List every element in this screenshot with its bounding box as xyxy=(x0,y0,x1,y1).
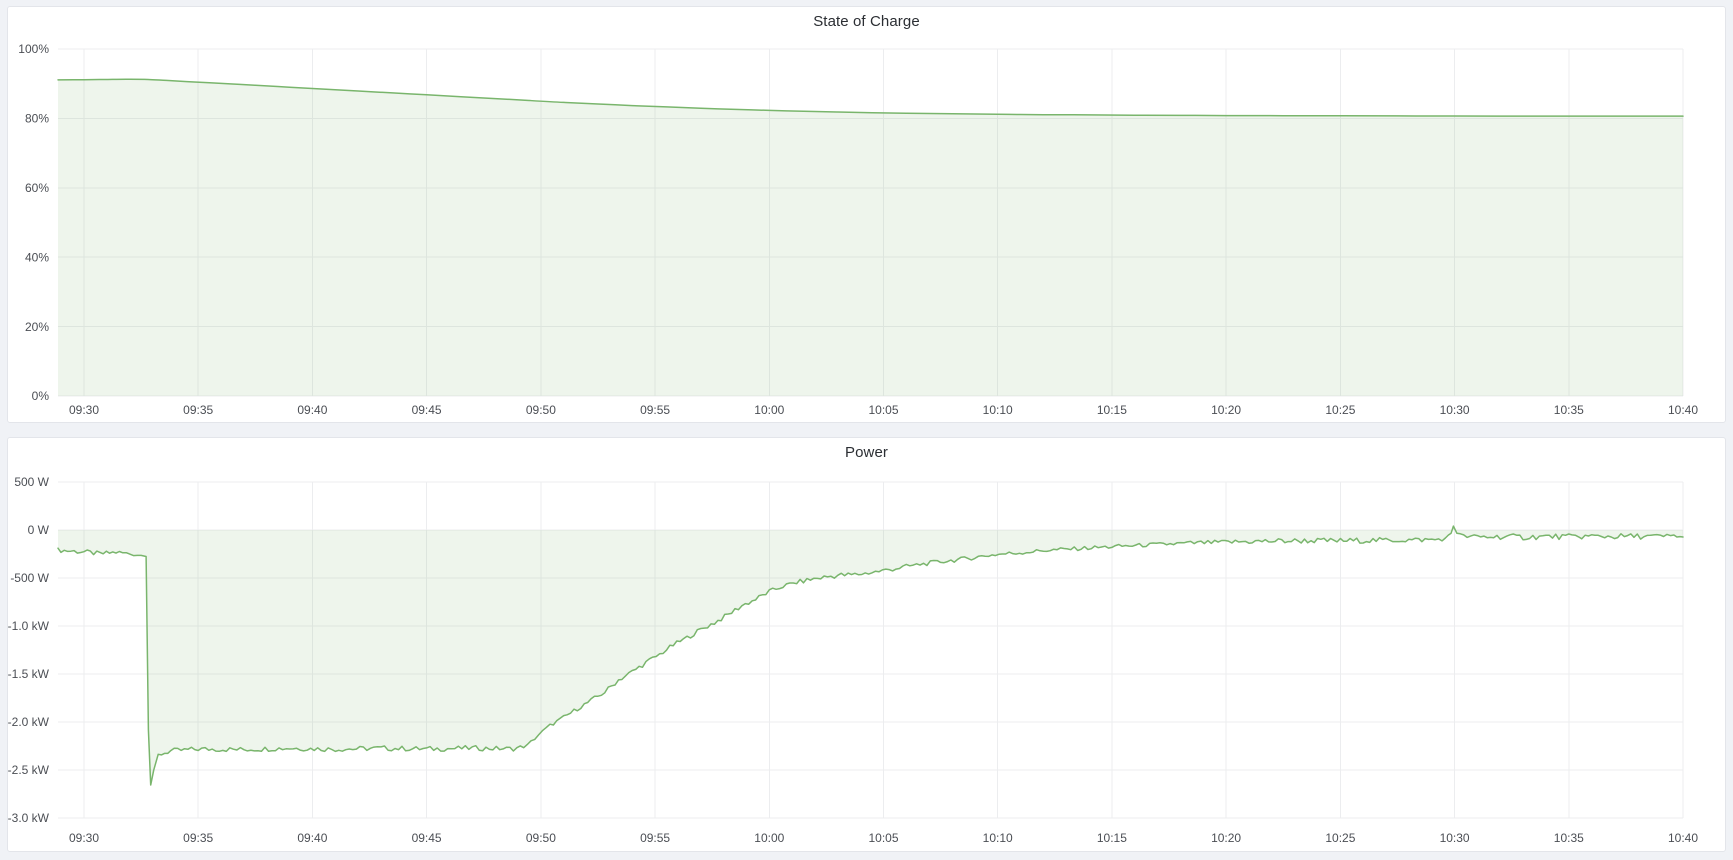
x-tick-label: 10:25 xyxy=(1325,831,1355,845)
y-tick-label: -1.0 kW xyxy=(8,619,50,633)
y-axis-labels: 100% 80% 60% 40% 20% 0% xyxy=(18,42,49,403)
y-tick-label: 80% xyxy=(25,112,49,126)
power-chart[interactable]: 500 W 0 W -500 W -1.0 kW -1.5 kW -2.0 kW -2.5 … xyxy=(8,438,1725,851)
x-tick-label: 09:45 xyxy=(412,403,442,417)
y-tick-label: 40% xyxy=(25,250,49,264)
y-axis-labels: 500 W 0 W -500 W -1.0 kW -1.5 kW -2.0 kW -2.5 … xyxy=(8,475,50,825)
y-tick-label: 500 W xyxy=(14,475,49,489)
y-tick-label: -2.5 kW xyxy=(8,763,50,777)
x-tick-label: 09:55 xyxy=(640,831,670,845)
x-tick-label: 10:10 xyxy=(983,831,1013,845)
y-tick-label: -2.0 kW xyxy=(8,715,50,729)
x-tick-label: 09:30 xyxy=(69,403,99,417)
state-of-charge-chart[interactable]: 100%80%60%40%20%0%09:3009:3509:4009:4509… xyxy=(8,7,1725,422)
x-tick-label: 10:05 xyxy=(868,831,898,845)
y-tick-label: 20% xyxy=(25,320,49,334)
x-tick-label: 10:35 xyxy=(1554,831,1584,845)
x-tick-label: 10:00 xyxy=(754,831,784,845)
y-tick-label: 60% xyxy=(25,181,49,195)
x-tick-label: 10:00 xyxy=(754,403,784,417)
x-tick-label: 10:30 xyxy=(1440,831,1470,845)
x-tick-label: 10:20 xyxy=(1211,403,1241,417)
y-tick-label: 100% xyxy=(18,42,49,56)
y-tick-label: 0 W xyxy=(28,523,50,537)
series-fill xyxy=(58,526,1683,785)
x-tick-label: 10:25 xyxy=(1325,403,1355,417)
x-tick-label: 09:30 xyxy=(69,831,99,845)
x-tick-label: 09:35 xyxy=(183,831,213,845)
y-tick-label: 0% xyxy=(32,389,50,403)
panel-state-of-charge: State of Charge 100%80%60%40%20%0%09:300… xyxy=(7,6,1726,423)
x-tick-label: 09:55 xyxy=(640,403,670,417)
x-tick-label: 09:40 xyxy=(297,403,327,417)
x-axis-labels: 09:30 09:35 09:40 09:45 09:50 09:55 10:00 10:05… xyxy=(69,831,1698,845)
x-tick-label: 10:30 xyxy=(1440,403,1470,417)
x-tick-label: 10:15 xyxy=(1097,403,1127,417)
panel-power: Power 500 W0 W-500 W-1.0 kW-1.5 kW-2.0 k… xyxy=(7,437,1726,852)
x-tick-label: 09:35 xyxy=(183,403,213,417)
x-tick-label: 10:05 xyxy=(868,403,898,417)
y-tick-label: -3.0 kW xyxy=(8,811,50,825)
x-tick-label: 09:45 xyxy=(412,831,442,845)
y-tick-label: -1.5 kW xyxy=(8,667,50,681)
x-tick-label: 09:50 xyxy=(526,831,556,845)
x-tick-label: 10:10 xyxy=(983,403,1013,417)
x-tick-label: 10:40 xyxy=(1668,831,1698,845)
x-tick-label: 10:40 xyxy=(1668,403,1698,417)
x-tick-label: 10:15 xyxy=(1097,831,1127,845)
x-tick-label: 09:40 xyxy=(297,831,327,845)
x-tick-label: 10:35 xyxy=(1554,403,1584,417)
x-tick-label: 09:50 xyxy=(526,403,556,417)
x-axis-labels: 09:30 09:35 09:40 09:45 09:50 09:55 10:00 10:05… xyxy=(69,403,1698,417)
series-fill xyxy=(58,79,1683,396)
y-tick-label: -500 W xyxy=(10,571,49,585)
x-tick-label: 10:20 xyxy=(1211,831,1241,845)
